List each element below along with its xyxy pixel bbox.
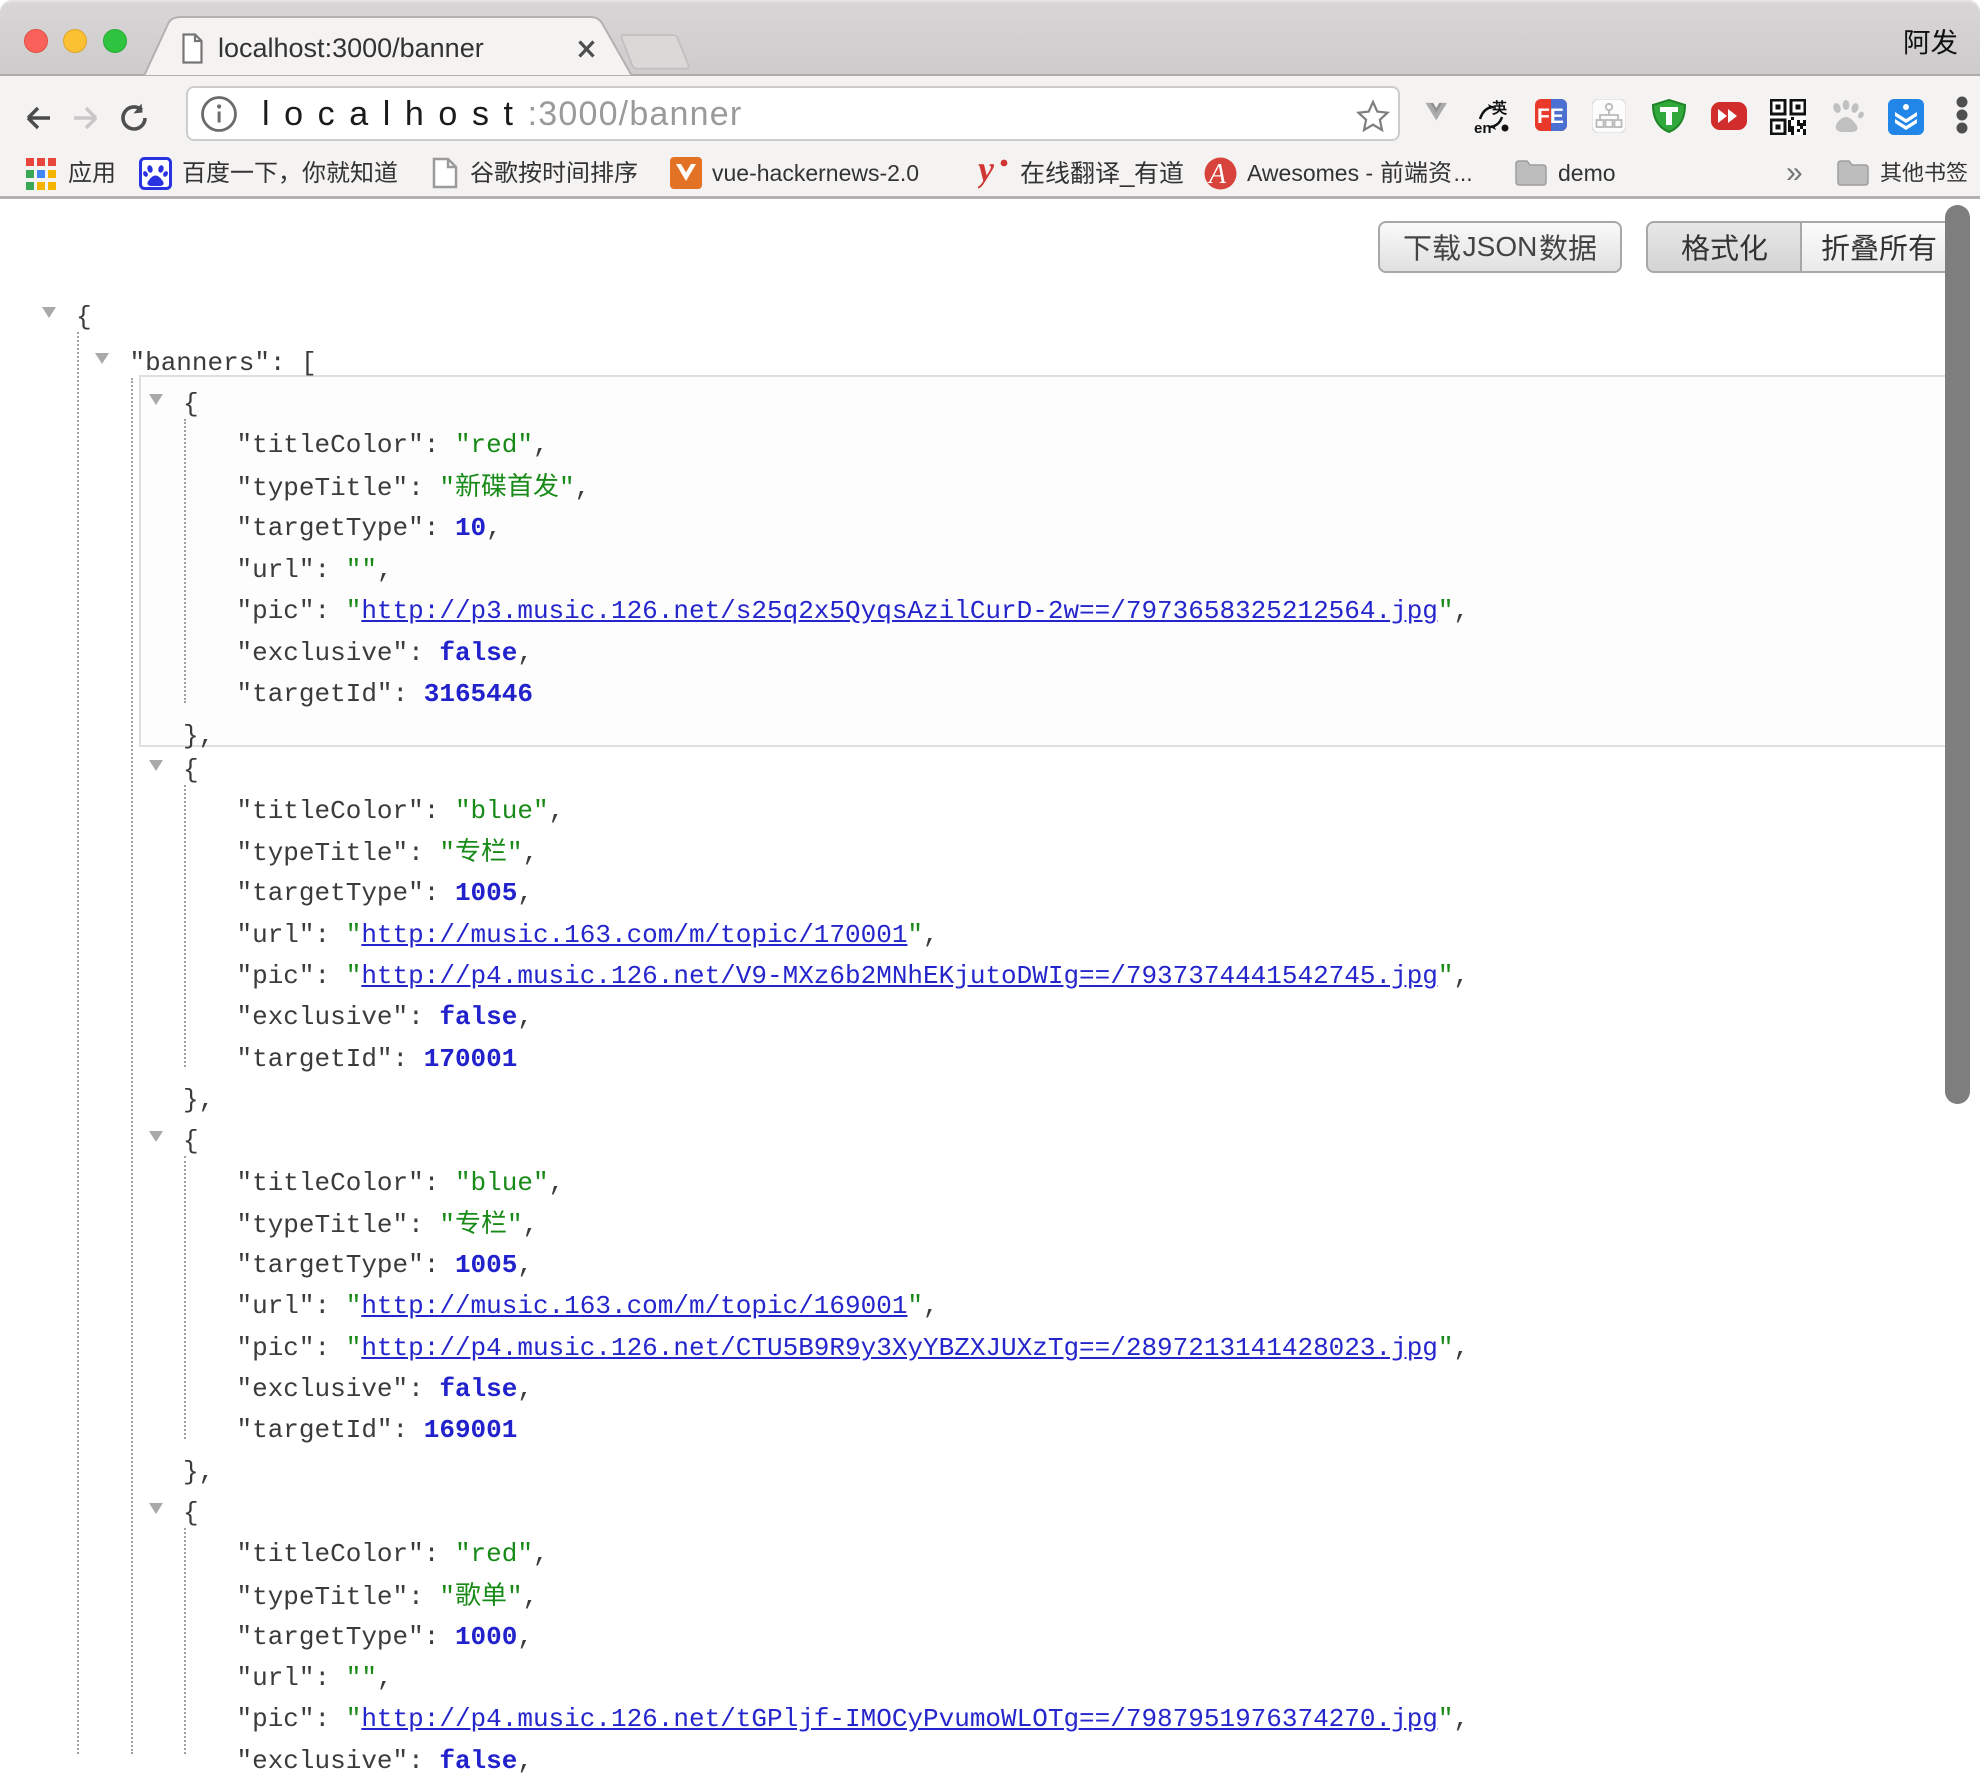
svg-text:FE: FE (1537, 105, 1564, 128)
svg-text:y: y (978, 155, 995, 189)
svg-text:英: 英 (1492, 99, 1508, 117)
svg-text:A: A (1207, 159, 1227, 190)
svg-text:en: en (1474, 120, 1492, 137)
